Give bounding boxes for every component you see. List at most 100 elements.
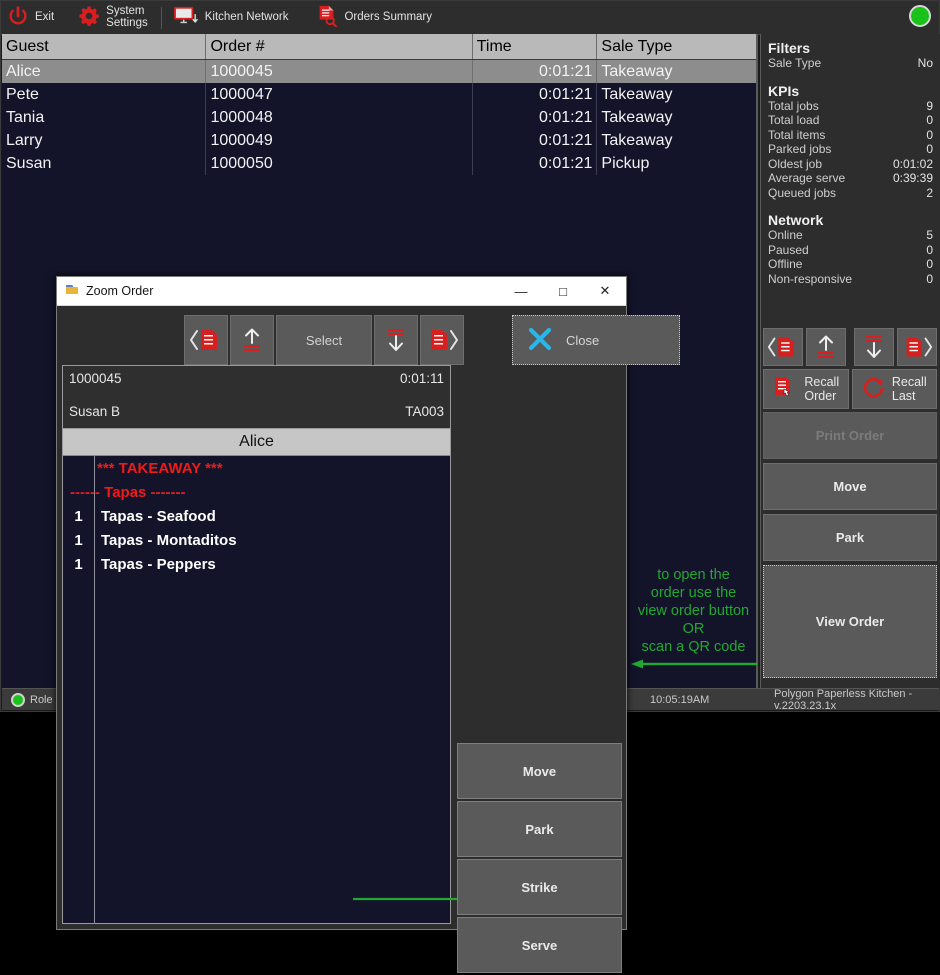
dialog-next-order-button[interactable] xyxy=(420,315,464,365)
maximize-button[interactable]: □ xyxy=(542,277,584,305)
role-status-dot xyxy=(11,692,25,707)
orders-table-body: Alice 1000045 0:01:21 Takeaway Pete 1000047 0:… xyxy=(2,60,756,175)
filter-row-value: No xyxy=(917,56,933,70)
order-line-item[interactable]: 1 Tapas - Peppers xyxy=(63,552,450,576)
recall-last-button[interactable]: Recall Last xyxy=(851,369,937,409)
order-line-quantity: 1 xyxy=(74,555,83,573)
table-row[interactable]: Susan 1000050 0:01:21 Pickup xyxy=(2,152,756,175)
column-header-guest[interactable]: Guest xyxy=(2,34,207,59)
dialog-action-buttons: Move Park Strike Serve xyxy=(457,743,622,975)
order-sale-type-cell: Takeaway xyxy=(601,109,673,126)
role-indicator: Role xyxy=(2,692,53,707)
order-line-item[interactable]: 1 Tapas - Montaditos xyxy=(63,528,450,552)
table-row[interactable]: Pete 1000047 0:01:21 Takeaway xyxy=(2,83,756,106)
move-down-button[interactable] xyxy=(854,328,894,366)
dialog-close-button[interactable]: Close xyxy=(512,315,680,365)
dialog-title-bar[interactable]: Zoom Order — □ ✕ xyxy=(57,277,626,306)
order-arrow-right-icon xyxy=(353,894,469,904)
view-order-button[interactable]: View Order xyxy=(763,565,937,678)
order-number-cell: 1000045 xyxy=(206,60,473,83)
kpi-row-value: 2 xyxy=(926,185,933,200)
minimize-button[interactable]: — xyxy=(500,277,542,305)
order-line-item[interactable]: *** TAKEAWAY *** xyxy=(63,456,450,480)
order-sale-type-cell: Takeaway xyxy=(601,132,673,149)
print-order-button[interactable]: Print Order xyxy=(763,412,937,459)
system-settings-label: System Settings xyxy=(106,5,148,29)
order-guest-cell: Pete xyxy=(2,83,207,106)
dialog-park-button[interactable]: Park xyxy=(457,801,622,857)
dialog-move-down-button[interactable] xyxy=(374,315,418,365)
table-row[interactable]: Larry 1000049 0:01:21 Takeaway xyxy=(2,129,756,152)
network-list: Online 5 Paused 0 Offline 0 Non-responsive 0 xyxy=(768,228,933,286)
status-dot-green xyxy=(909,5,931,27)
toolbar-divider xyxy=(160,6,162,29)
dialog-toolbar: Select Close xyxy=(57,306,680,365)
top-toolbar: Exit System Settings Kitchen Network Ord… xyxy=(1,1,939,35)
kitchen-network-button[interactable]: Kitchen Network xyxy=(167,2,297,33)
orders-table-header: Guest Order # Time Sale Type xyxy=(2,34,756,60)
kpi-row-value: 9 xyxy=(926,98,933,113)
dialog-close-label: Close xyxy=(566,332,600,348)
connection-status-indicator xyxy=(909,5,931,27)
network-row-value: 0 xyxy=(926,257,933,271)
orders-summary-button[interactable]: Orders Summary xyxy=(310,2,440,33)
kpi-row-value: 0:01:02 xyxy=(892,156,933,171)
order-guest-cell: Tania xyxy=(2,106,207,129)
column-header-time[interactable]: Time xyxy=(473,34,598,59)
prev-order-button[interactable] xyxy=(763,328,803,366)
dialog-strike-button[interactable]: Strike xyxy=(457,859,622,915)
system-settings-button[interactable]: System Settings xyxy=(72,2,156,33)
next-order-button[interactable] xyxy=(897,328,937,366)
move-button[interactable]: Move xyxy=(763,463,937,510)
gear-icon xyxy=(78,5,100,30)
order-line-name: *** TAKEAWAY *** xyxy=(97,459,223,477)
close-window-button[interactable]: ✕ xyxy=(584,277,626,305)
close-x-icon xyxy=(527,326,553,355)
annotation-text: to open the order use the view order but… xyxy=(627,566,760,656)
order-line-container: *** TAKEAWAY *** ------ Tapas ------- 1 Tap… xyxy=(63,456,450,576)
recall-row: Recall Order Recall Last xyxy=(763,369,937,409)
recall-order-button[interactable]: Recall Order xyxy=(763,369,849,409)
clock-label: 10:05:19AM xyxy=(650,693,710,706)
kpi-row: Queued jobs 2 xyxy=(768,186,933,201)
order-number-cell: 1000047 xyxy=(206,83,473,106)
table-row[interactable]: Tania 1000048 0:01:21 Takeaway xyxy=(2,106,756,129)
order-guest-cell: Larry xyxy=(2,129,207,152)
dialog-move-button[interactable]: Move xyxy=(457,743,622,799)
filter-row-label: Sale Type xyxy=(768,56,822,70)
order-server-name: Susan B xyxy=(69,404,121,419)
network-row-label: Online xyxy=(768,228,803,242)
network-row: Offline 0 xyxy=(768,257,933,272)
order-line-item[interactable]: ------ Tapas ------- xyxy=(63,480,450,504)
network-row: Paused 0 xyxy=(768,243,933,258)
kpi-row-value: 0 xyxy=(926,127,933,142)
kpi-row-value: 0:39:39 xyxy=(892,171,933,185)
order-time-cell: 0:01:21 xyxy=(473,83,598,106)
order-detail-header: 1000045 0:01:11 Susan B TA003 xyxy=(63,366,450,429)
role-label: Role xyxy=(30,693,53,706)
column-header-order-num[interactable]: Order # xyxy=(206,34,473,59)
quantity-column-divider xyxy=(94,456,95,924)
filters-list: Sale Type No xyxy=(768,56,933,71)
order-line-item[interactable]: 1 Tapas - Seafood xyxy=(63,504,450,528)
park-button[interactable]: Park xyxy=(763,514,937,561)
kpis-heading: KPIs xyxy=(768,82,800,99)
dialog-serve-button[interactable]: Serve xyxy=(457,917,622,973)
order-sale-type-cell: Takeaway xyxy=(601,86,673,103)
order-items-list[interactable]: *** TAKEAWAY *** ------ Tapas ------- 1 Tap… xyxy=(63,456,469,924)
kpi-row-label: Total jobs xyxy=(768,98,819,113)
table-row[interactable]: Alice 1000045 0:01:21 Takeaway xyxy=(2,60,756,83)
filters-heading: Filters xyxy=(768,40,811,56)
annotation-line-5: scan a QR code xyxy=(641,639,746,655)
order-time-cell: 0:01:21 xyxy=(473,129,598,152)
exit-button[interactable]: Exit xyxy=(1,2,62,33)
annotation-line-4: OR xyxy=(682,621,705,637)
dialog-move-up-button[interactable] xyxy=(230,315,274,365)
order-sale-type-cell: Pickup xyxy=(601,155,650,172)
dialog-prev-order-button[interactable] xyxy=(184,315,228,365)
column-header-sale-type[interactable]: Sale Type xyxy=(597,34,756,59)
annotation-line-1: to open the xyxy=(657,567,730,583)
dialog-select-button[interactable]: Select xyxy=(276,315,372,365)
move-up-button[interactable] xyxy=(806,328,846,366)
order-time-cell: 0:01:21 xyxy=(473,152,598,175)
